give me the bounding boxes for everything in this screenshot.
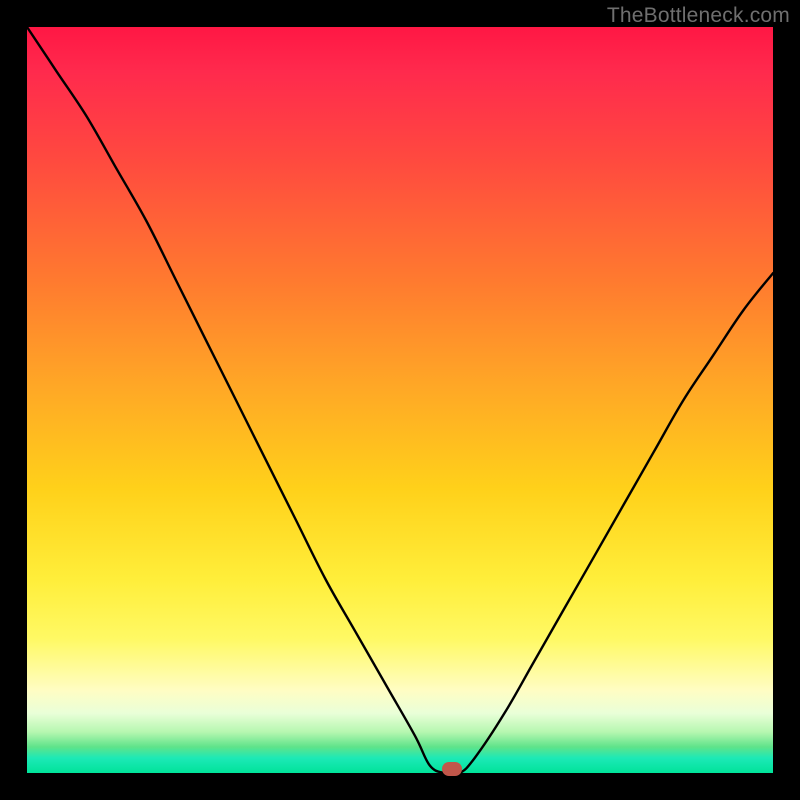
watermark-text: TheBottleneck.com bbox=[607, 4, 790, 28]
bottleneck-curve bbox=[27, 27, 773, 773]
plot-area bbox=[27, 27, 773, 773]
optimal-point-marker bbox=[442, 762, 462, 776]
chart-frame: TheBottleneck.com bbox=[0, 0, 800, 800]
